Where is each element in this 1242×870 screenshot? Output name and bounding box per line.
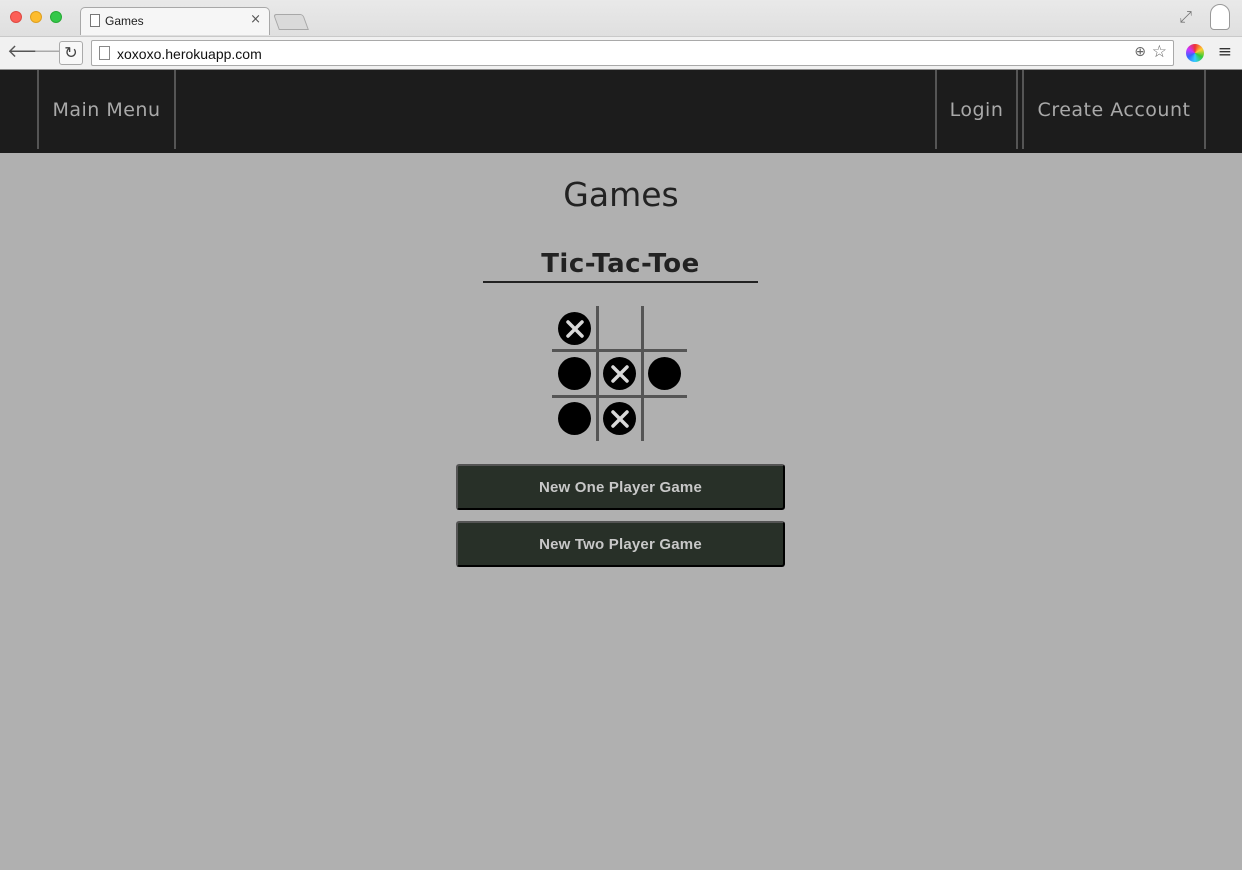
board-cell[interactable] (597, 396, 642, 441)
browser-toolbar: 🡐 🡒 ↻ xoxoxo.herokuapp.com ⊕ ☆ ≡ (0, 36, 1242, 69)
board-cell[interactable] (597, 351, 642, 396)
board-cell[interactable] (552, 351, 597, 396)
o-mark-icon (648, 357, 681, 390)
browser-tab[interactable]: Games × (80, 7, 270, 35)
page-icon (90, 14, 100, 27)
page-title: Games (563, 175, 679, 214)
new-tab-button[interactable] (273, 14, 309, 30)
browser-chrome: Games × ⤢ 🡐 🡒 ↻ xoxoxo.herokuapp.com ⊕ ☆… (0, 0, 1242, 70)
nav-create-account-link[interactable]: Create Account (1022, 70, 1206, 149)
board-cell[interactable] (552, 396, 597, 441)
fullscreen-icon[interactable]: ⤢ (1179, 7, 1192, 27)
new-two-player-game-button[interactable]: New Two Player Game (456, 521, 785, 567)
board-cell[interactable] (642, 351, 687, 396)
game-title: Tic-Tac-Toe (483, 249, 758, 283)
window-minimize-button[interactable] (30, 11, 42, 23)
window-close-button[interactable] (10, 11, 22, 23)
new-one-player-game-button[interactable]: New One Player Game (456, 464, 785, 510)
profile-avatar-icon[interactable] (1210, 4, 1230, 30)
board-cell[interactable] (642, 306, 687, 351)
url-text[interactable]: xoxoxo.herokuapp.com (117, 46, 262, 62)
x-mark-icon (603, 357, 636, 390)
extension-color-wheel-icon[interactable] (1186, 44, 1204, 62)
o-mark-icon (558, 357, 591, 390)
address-bar[interactable]: xoxoxo.herokuapp.com ⊕ ☆ (91, 40, 1174, 66)
page-icon (99, 46, 110, 60)
nav-main-menu-link[interactable]: Main Menu (37, 70, 176, 149)
board-cell[interactable] (597, 306, 642, 351)
window-maximize-button[interactable] (50, 11, 62, 23)
x-mark-icon (603, 402, 636, 435)
tab-title: Games (105, 14, 144, 28)
site-navbar: Main Menu Login Create Account (0, 70, 1242, 153)
browser-menu-icon[interactable]: ≡ (1218, 42, 1232, 62)
tab-close-icon[interactable]: × (250, 12, 261, 27)
board-cell[interactable] (552, 306, 597, 351)
x-mark-icon (558, 312, 591, 345)
bookmark-star-icon[interactable]: ☆ (1152, 42, 1167, 62)
nav-login-link[interactable]: Login (935, 70, 1018, 149)
reload-icon[interactable]: ↻ (59, 41, 83, 65)
board-cell[interactable] (642, 396, 687, 441)
tic-tac-toe-board (552, 306, 687, 441)
o-mark-icon (558, 402, 591, 435)
zoom-icon[interactable]: ⊕ (1134, 44, 1146, 60)
